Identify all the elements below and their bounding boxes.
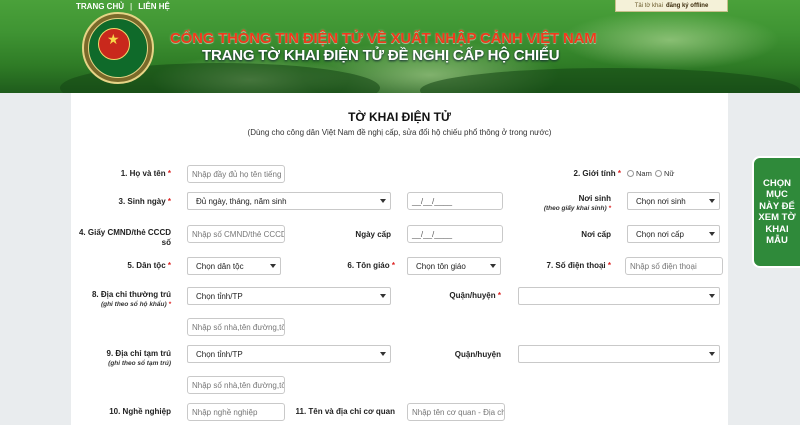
issue-date-label: Ngày cấp: [355, 230, 391, 239]
dob-label: 3. Sinh ngày *: [118, 197, 171, 206]
dob-date-input[interactable]: __/__/____: [407, 192, 503, 210]
chevron-down-icon: [380, 199, 386, 203]
offline-download-link[interactable]: Tải tờ khai đăng ký offline: [615, 0, 728, 12]
agency-label: 11. Tên và địa chỉ cơ quan: [295, 407, 396, 416]
ethnicity-select[interactable]: Chọn dân tộc: [187, 257, 281, 275]
gender-label: 2. Giới tính *: [573, 169, 622, 178]
temporary-street-input[interactable]: Nhập số nhà,tên đường,tổ: [187, 376, 285, 394]
name-label: 1. Họ và tên *: [120, 169, 171, 178]
job-input[interactable]: Nhập nghề nghiệp: [187, 403, 285, 421]
phone-input[interactable]: Nhập số điện thoại: [625, 257, 723, 275]
temporary-address-label: 9. Địa chỉ tạm trú (ghi theo sổ tạm trú): [106, 349, 171, 367]
site-header: TRANG CHỦ | LIÊN HỆ Tải tờ khai đăng ký …: [0, 0, 800, 93]
nav-separator: |: [130, 1, 133, 11]
immigration-emblem-logo: ★: [82, 12, 154, 84]
chevron-down-icon: [490, 264, 496, 268]
chevron-down-icon: [709, 232, 715, 236]
sample-form-tab[interactable]: CHỌN MỤC NÀY ĐỂ XEM TỜ KHAI MẪU: [752, 156, 800, 268]
offline-link-text[interactable]: đăng ký offline: [666, 3, 708, 9]
chevron-down-icon: [709, 294, 715, 298]
permanent-district-select[interactable]: [518, 287, 720, 305]
permanent-street-input[interactable]: Nhập số nhà,tên đường,tổ: [187, 318, 285, 336]
temporary-district-label: Quận/huyện: [454, 350, 501, 359]
agency-input[interactable]: Nhập tên cơ quan - Địa chỉ: [407, 403, 505, 421]
permanent-province-select[interactable]: Chọn tỉnh/TP: [187, 287, 391, 305]
chevron-down-icon: [270, 264, 276, 268]
ethnicity-label: 5. Dân tộc *: [127, 261, 171, 270]
religion-select[interactable]: Chọn tôn giáo: [407, 257, 501, 275]
temporary-district-select[interactable]: [518, 345, 720, 363]
name-input[interactable]: Nhập đầy đủ họ tên tiếng: [187, 165, 285, 183]
permanent-district-label: Quận/huyện *: [449, 291, 501, 300]
gender-female-radio[interactable]: Nữ: [655, 169, 674, 178]
top-nav: TRANG CHỦ | LIÊN HỆ: [76, 0, 170, 12]
portal-title: CỔNG THÔNG TIN ĐIỆN TỬ VỀ XUẤT NHẬP CẢNH…: [170, 30, 597, 47]
nav-contact-link[interactable]: LIÊN HỆ: [138, 2, 170, 11]
temporary-province-select[interactable]: Chọn tỉnh/TP: [187, 345, 391, 363]
issue-date-input[interactable]: __/__/____: [407, 225, 503, 243]
form-subtitle: (Dùng cho công dân Việt Nam đề nghị cấp,…: [247, 128, 552, 137]
chevron-down-icon: [380, 352, 386, 356]
nav-home-link[interactable]: TRANG CHỦ: [76, 2, 124, 11]
radio-circle-icon: [627, 170, 634, 177]
chevron-down-icon: [709, 199, 715, 203]
issue-place-label: Nơi cấp: [581, 230, 611, 239]
form-title: TỜ KHAI ĐIỆN TỬ: [348, 110, 451, 124]
birthplace-select[interactable]: Chọn nơi sinh: [627, 192, 720, 210]
chevron-down-icon: [709, 352, 715, 356]
religion-label: 6. Tôn giáo *: [347, 261, 395, 270]
dob-format-select[interactable]: Đủ ngày, tháng, năm sinh: [187, 192, 391, 210]
job-label: 10. Nghề nghiệp: [109, 407, 171, 416]
phone-label: 7. Số điện thoại *: [546, 261, 611, 270]
page-title: TRANG TỜ KHAI ĐIỆN TỬ ĐỀ NGHỊ CẤP HỘ CHI…: [202, 47, 560, 64]
id-card-label: 4. Giấy CMND/thẻ CCCD số: [78, 228, 171, 247]
gender-male-radio[interactable]: Nam: [627, 169, 652, 178]
offline-prefix: Tải tờ khai: [634, 2, 663, 9]
chevron-down-icon: [380, 294, 386, 298]
id-card-input[interactable]: Nhập số CMND/thẻ CCCD: [187, 225, 285, 243]
issue-place-select[interactable]: Chọn nơi cấp: [627, 225, 720, 243]
radio-circle-icon: [655, 170, 662, 177]
form-panel: TỜ KHAI ĐIỆN TỬ (Dùng cho công dân Việt …: [71, 93, 728, 425]
permanent-address-label: 8. Địa chỉ thường trú (ghi theo sổ hộ khẩ…: [91, 290, 171, 308]
birthplace-label: Nơi sinh (theo giấy khai sinh) *: [543, 194, 611, 212]
star-icon: ★: [107, 31, 120, 47]
